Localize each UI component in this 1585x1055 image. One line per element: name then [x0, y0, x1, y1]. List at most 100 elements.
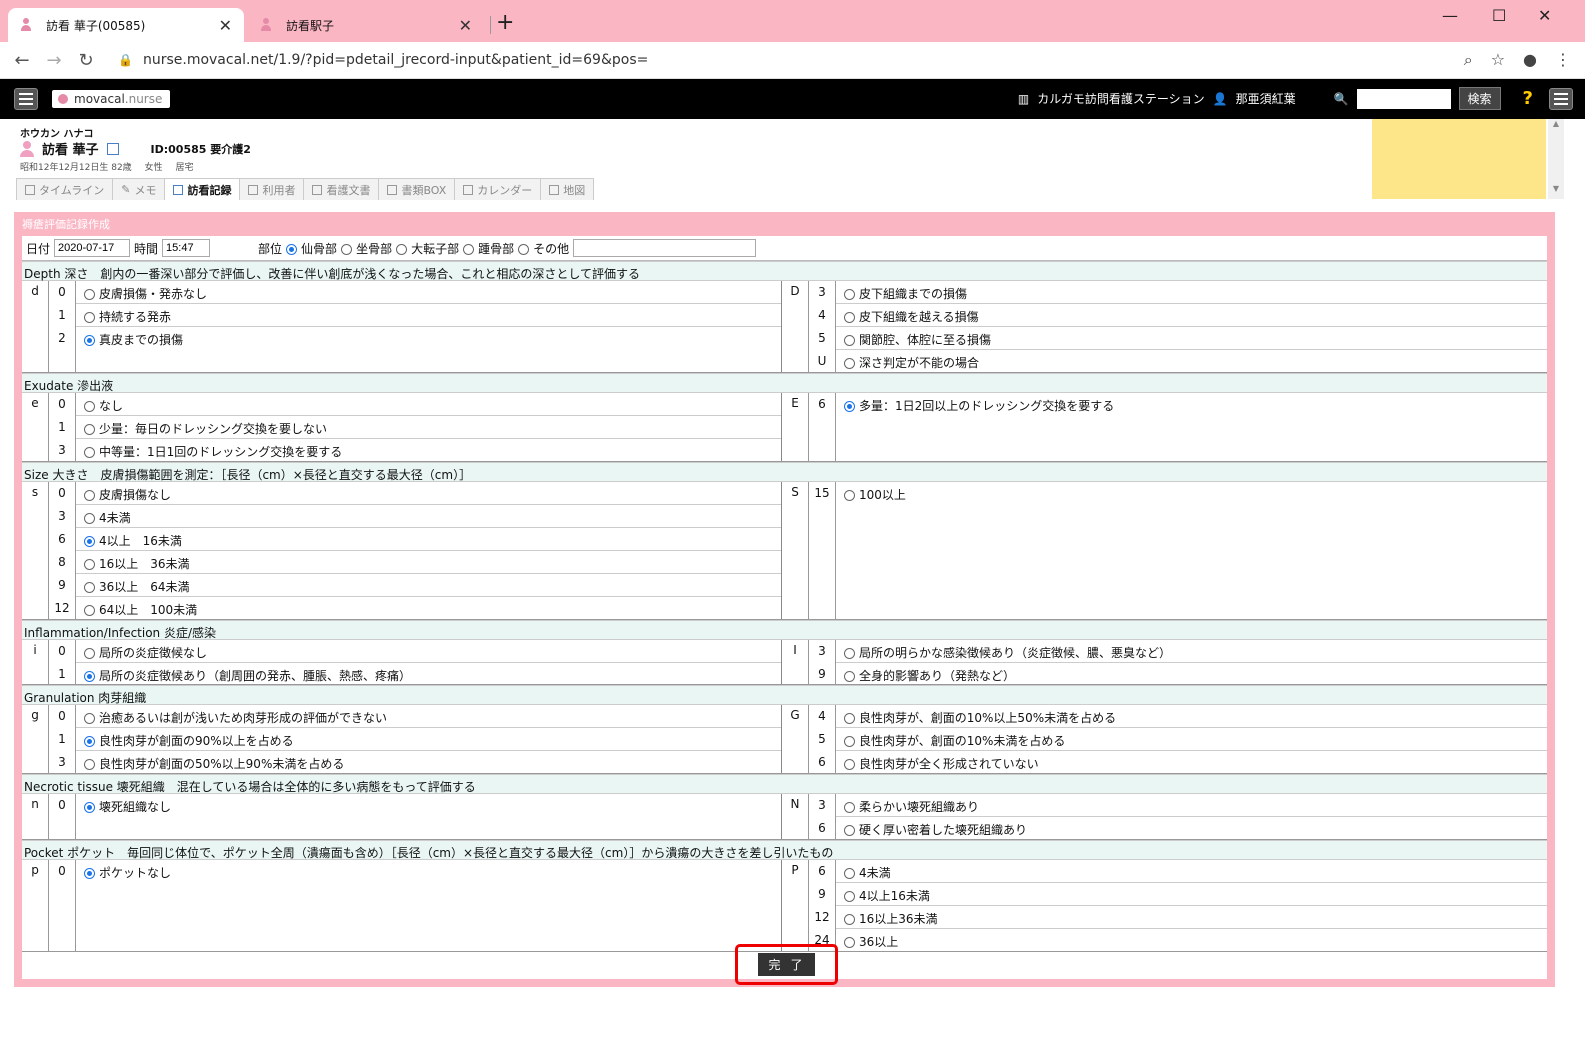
bookmark-star-icon[interactable]: ☆	[1491, 50, 1505, 70]
radio-button[interactable]	[844, 490, 855, 501]
app-logo[interactable]: movacal.nurse	[52, 90, 171, 108]
score-option[interactable]: 100以上	[836, 482, 1547, 505]
score-option[interactable]: 36以上	[836, 929, 1547, 952]
date-input[interactable]	[54, 239, 131, 257]
radio-button[interactable]	[844, 648, 855, 659]
score-option[interactable]: 16以上36未満	[836, 906, 1547, 929]
radio-button[interactable]	[844, 289, 855, 300]
radio-button[interactable]	[844, 802, 855, 813]
score-option[interactable]: 少量：毎日のドレッシング交換を要しない	[76, 416, 781, 439]
window-close-icon[interactable]: ✕	[1538, 6, 1551, 25]
score-option[interactable]: 良性肉芽が創面の90%以上を占める	[76, 728, 781, 751]
site-option-heel[interactable]: 踵骨部	[463, 240, 514, 257]
radio-button[interactable]	[844, 914, 855, 925]
score-option[interactable]: 壊死組織なし	[76, 794, 781, 817]
radio-button[interactable]	[844, 891, 855, 902]
radio-button[interactable]	[844, 937, 855, 948]
search-input[interactable]	[1356, 88, 1451, 109]
radio-button[interactable]	[84, 447, 95, 458]
radio-button[interactable]	[84, 536, 95, 547]
radio-button[interactable]	[844, 868, 855, 879]
score-option[interactable]: 深さ判定が不能の場合	[836, 350, 1547, 373]
tab-map[interactable]: 地図	[540, 178, 595, 200]
score-option[interactable]: 局所の炎症徴候なし	[76, 640, 781, 663]
tab-user[interactable]: 利用者	[239, 178, 305, 200]
close-tab-icon[interactable]: ✕	[459, 16, 472, 35]
radio-button[interactable]	[84, 605, 95, 616]
radio-button[interactable]	[84, 490, 95, 501]
radio-button[interactable]	[844, 713, 855, 724]
score-option[interactable]: 真皮までの損傷	[76, 327, 781, 350]
close-tab-icon[interactable]: ✕	[219, 16, 232, 35]
url-field[interactable]: 🔒 nurse.movacal.net/1.9/?pid=pdetail_jre…	[112, 46, 1454, 74]
score-option[interactable]: 全身的影響あり（発熱など）	[836, 663, 1547, 686]
radio-button[interactable]	[844, 825, 855, 836]
menu-icon[interactable]	[14, 88, 38, 110]
score-option[interactable]: 局所の明らかな感染徴候あり（炎症徴候、膿、悪臭など）	[836, 640, 1547, 663]
score-option[interactable]: 良性肉芽が、創面の10%未満を占める	[836, 728, 1547, 751]
time-input[interactable]	[162, 239, 211, 257]
radio-button[interactable]	[84, 736, 95, 747]
reload-icon[interactable]: ↻	[70, 50, 102, 71]
site-other-input[interactable]	[573, 239, 757, 257]
radio-button[interactable]	[84, 759, 95, 770]
browser-tab-inactive[interactable]: 訪看駅子 ✕	[248, 8, 484, 42]
tab-calendar[interactable]: カレンダー	[454, 178, 542, 200]
site-option-other[interactable]: その他	[518, 240, 569, 257]
search-button[interactable]: 検索	[1458, 87, 1501, 110]
tab-timeline[interactable]: タイムライン	[16, 178, 114, 200]
minimize-icon[interactable]: —	[1442, 6, 1458, 25]
radio-button[interactable]	[84, 802, 95, 813]
score-option[interactable]: 良性肉芽が創面の50%以上90%未満を占める	[76, 751, 781, 774]
score-option[interactable]: 4以上 16未満	[76, 528, 781, 551]
radio-button[interactable]	[84, 312, 95, 323]
score-option[interactable]: 皮膚損傷なし	[76, 482, 781, 505]
tab-memo[interactable]: ✎ メモ	[112, 178, 166, 200]
score-option[interactable]: 皮下組織を越える損傷	[836, 304, 1547, 327]
score-option[interactable]: ポケットなし	[76, 860, 781, 883]
radio-button[interactable]	[84, 424, 95, 435]
scrollbar[interactable]: ▲ ▼	[1548, 119, 1564, 199]
score-option[interactable]: 16以上 36未満	[76, 551, 781, 574]
browser-menu-icon[interactable]: ⋮	[1555, 50, 1571, 70]
radio-button[interactable]	[84, 671, 95, 682]
radio-button[interactable]	[84, 582, 95, 593]
forward-icon[interactable]: →	[38, 50, 70, 71]
account-icon[interactable]: ●	[1523, 50, 1537, 70]
score-option[interactable]: 36以上 64未満	[76, 574, 781, 597]
radio-button[interactable]	[84, 713, 95, 724]
app-menu-icon[interactable]	[1549, 87, 1573, 110]
copy-icon[interactable]	[106, 142, 119, 155]
score-option[interactable]: 良性肉芽が、創面の10%以上50%未満を占める	[836, 705, 1547, 728]
zoom-icon[interactable]: ⌕	[1464, 50, 1473, 70]
score-option[interactable]: なし	[76, 393, 781, 416]
radio-button[interactable]	[84, 401, 95, 412]
score-option[interactable]: 中等量：1日1回のドレッシング交換を要する	[76, 439, 781, 462]
score-option[interactable]: 多量：1日2回以上のドレッシング交換を要する	[836, 393, 1547, 416]
radio-button[interactable]	[844, 312, 855, 323]
score-option[interactable]: 関節腔、体腔に至る損傷	[836, 327, 1547, 350]
radio-button[interactable]	[844, 358, 855, 369]
browser-tab-active[interactable]: 訪看 華子(00585) ✕	[8, 8, 244, 42]
score-option[interactable]: 皮膚損傷・発赤なし	[76, 281, 781, 304]
score-option[interactable]: 局所の炎症徴候あり（創周囲の発赤、腫脹、熱感、疼痛）	[76, 663, 781, 686]
score-option[interactable]: 持続する発赤	[76, 304, 781, 327]
radio-button[interactable]	[844, 671, 855, 682]
score-option[interactable]: 4以上16未満	[836, 883, 1547, 906]
score-option[interactable]: 皮下組織までの損傷	[836, 281, 1547, 304]
radio-button[interactable]	[84, 289, 95, 300]
radio-button[interactable]	[844, 335, 855, 346]
radio-button[interactable]	[84, 559, 95, 570]
help-icon[interactable]: ?	[1523, 88, 1533, 109]
done-button[interactable]: 完了	[758, 953, 815, 976]
radio-button[interactable]	[84, 868, 95, 879]
score-option[interactable]: 硬く厚い密着した壊死組織あり	[836, 817, 1547, 840]
back-icon[interactable]: ←	[6, 50, 38, 71]
site-option-trochanter[interactable]: 大転子部	[396, 240, 459, 257]
score-option[interactable]: 64以上 100未満	[76, 597, 781, 620]
score-option[interactable]: 柔らかい壊死組織あり	[836, 794, 1547, 817]
new-tab-button[interactable]: +	[496, 10, 514, 35]
tab-nursing-docs[interactable]: 看護文書	[303, 178, 380, 200]
tab-doc-box[interactable]: 書類BOX	[378, 178, 456, 200]
score-option[interactable]: 良性肉芽が全く形成されていない	[836, 751, 1547, 774]
